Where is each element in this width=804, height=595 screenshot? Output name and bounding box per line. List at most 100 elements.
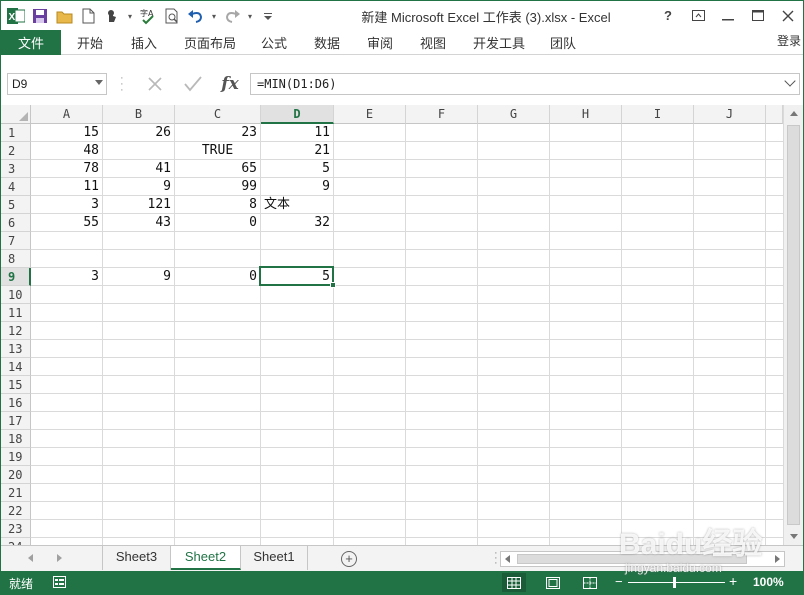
row-header-19[interactable]: 19: [1, 448, 31, 466]
column-header-b[interactable]: B: [103, 105, 175, 124]
macro-record-icon[interactable]: [53, 576, 66, 588]
tab-file[interactable]: 文件: [1, 30, 61, 55]
row-header-14[interactable]: 14: [1, 358, 31, 376]
cell-d5[interactable]: 文本: [261, 196, 333, 214]
cell-b6[interactable]: 43: [103, 214, 174, 232]
row-header-16[interactable]: 16: [1, 394, 31, 412]
sheet-tab-sheet1[interactable]: Sheet1: [241, 546, 308, 570]
cell-a3[interactable]: 78: [31, 160, 102, 178]
tab-team[interactable]: 团队: [550, 30, 576, 55]
row-header-22[interactable]: 22: [1, 502, 31, 520]
row-header-24[interactable]: 24: [1, 538, 31, 545]
vertical-scroll-thumb[interactable]: [787, 125, 800, 525]
zoom-slider-thumb[interactable]: [673, 577, 676, 588]
cell-c5[interactable]: 8: [175, 196, 260, 214]
row-header-18[interactable]: 18: [1, 430, 31, 448]
page-layout-view-icon[interactable]: [541, 573, 565, 592]
cell-a2[interactable]: 48: [31, 142, 102, 160]
tab-developer[interactable]: 开发工具: [473, 30, 525, 55]
worksheet-grid[interactable]: A B C D E F G H I J 1 2 3 4 5 6 7 8 9 10 11 12 13 14 15 16 17 18 19 2…: [1, 105, 803, 545]
redo-icon[interactable]: [221, 5, 243, 27]
cell-a6[interactable]: 55: [31, 214, 102, 232]
ribbon-display-button[interactable]: [683, 1, 713, 30]
print-preview-icon[interactable]: [161, 5, 183, 27]
zoom-slider[interactable]: [628, 582, 725, 583]
normal-view-icon[interactable]: [502, 573, 526, 592]
scroll-right-icon[interactable]: [775, 555, 780, 563]
cell-c2[interactable]: TRUE: [175, 142, 260, 160]
zoom-out-button[interactable]: −: [615, 574, 623, 589]
tab-page-layout[interactable]: 页面布局: [184, 30, 236, 55]
row-header-12[interactable]: 12: [1, 322, 31, 340]
column-header-c[interactable]: C: [175, 105, 261, 124]
cell-d1[interactable]: 11: [261, 124, 333, 142]
cell-a4[interactable]: 11: [31, 178, 102, 196]
close-button[interactable]: [773, 1, 803, 30]
row-header-1[interactable]: 1: [1, 124, 31, 142]
cell-c9[interactable]: 0: [175, 268, 260, 286]
row-header-4[interactable]: 4: [1, 178, 31, 196]
sheet-tab-sheet2[interactable]: Sheet2: [171, 546, 241, 570]
column-header-d[interactable]: D: [261, 105, 334, 124]
tab-view[interactable]: 视图: [420, 30, 446, 55]
cell-b1[interactable]: 26: [103, 124, 174, 142]
maximize-button[interactable]: [743, 1, 773, 30]
tab-split-grip-icon[interactable]: · · ·: [494, 548, 498, 569]
cell-d6[interactable]: 32: [261, 214, 333, 232]
cancel-entry-icon[interactable]: [142, 72, 168, 96]
save-icon[interactable]: [29, 5, 51, 27]
cell-b4[interactable]: 9: [103, 178, 174, 196]
column-header-a[interactable]: A: [31, 105, 103, 124]
row-header-10[interactable]: 10: [1, 286, 31, 304]
row-header-7[interactable]: 7: [1, 232, 31, 250]
cell-c6[interactable]: 0: [175, 214, 260, 232]
cell-a1[interactable]: 15: [31, 124, 102, 142]
minimize-button[interactable]: [713, 1, 743, 30]
row-header-21[interactable]: 21: [1, 484, 31, 502]
expand-formula-bar-icon[interactable]: [784, 75, 796, 87]
row-header-9[interactable]: 9: [1, 268, 31, 286]
row-header-2[interactable]: 2: [1, 142, 31, 160]
customize-icon[interactable]: [257, 5, 279, 27]
name-box-dropdown-icon[interactable]: [95, 80, 103, 85]
column-header-e[interactable]: E: [334, 105, 406, 124]
help-button[interactable]: ?: [653, 1, 683, 30]
tab-data[interactable]: 数据: [314, 30, 340, 55]
sign-in-link[interactable]: 登录: [777, 32, 801, 49]
page-break-preview-icon[interactable]: [578, 573, 602, 592]
scroll-down-icon[interactable]: [790, 534, 798, 539]
cell-d2[interactable]: 21: [261, 142, 333, 160]
row-header-5[interactable]: 5: [1, 196, 31, 214]
confirm-entry-icon[interactable]: [180, 72, 206, 96]
formula-bar-grip-icon[interactable]: · · ·: [120, 73, 124, 96]
cell-c4[interactable]: 99: [175, 178, 260, 196]
redo-dropdown-icon[interactable]: ▾: [245, 5, 255, 27]
select-all-button[interactable]: [1, 105, 31, 124]
cell-a9[interactable]: 3: [31, 268, 102, 286]
spell-check-icon[interactable]: 字A: [137, 5, 159, 27]
formula-input[interactable]: =MIN(D1:D6): [250, 73, 800, 95]
column-header-h[interactable]: H: [550, 105, 622, 124]
undo-icon[interactable]: [185, 5, 207, 27]
cell-d3[interactable]: 5: [261, 160, 333, 178]
column-header-g[interactable]: G: [478, 105, 550, 124]
cell-c3[interactable]: 65: [175, 160, 260, 178]
cell-c1[interactable]: 23: [175, 124, 260, 142]
tab-home[interactable]: 开始: [77, 30, 103, 55]
row-header-17[interactable]: 17: [1, 412, 31, 430]
add-sheet-button[interactable]: +: [341, 551, 357, 567]
column-header-j[interactable]: J: [694, 105, 766, 124]
touch-mode-icon[interactable]: [101, 5, 123, 27]
cell-b3[interactable]: 41: [103, 160, 174, 178]
sheet-tab-sheet3[interactable]: Sheet3: [102, 546, 171, 570]
scroll-up-icon[interactable]: [790, 111, 798, 116]
row-header-11[interactable]: 11: [1, 304, 31, 322]
cell-d4[interactable]: 9: [261, 178, 333, 196]
row-header-13[interactable]: 13: [1, 340, 31, 358]
undo-dropdown-icon[interactable]: ▾: [209, 5, 219, 27]
insert-function-icon[interactable]: fx: [217, 72, 243, 96]
tab-review[interactable]: 审阅: [367, 30, 393, 55]
cell-b9[interactable]: 9: [103, 268, 174, 286]
name-box[interactable]: D9: [7, 73, 107, 95]
prev-sheet-icon[interactable]: [28, 554, 33, 562]
